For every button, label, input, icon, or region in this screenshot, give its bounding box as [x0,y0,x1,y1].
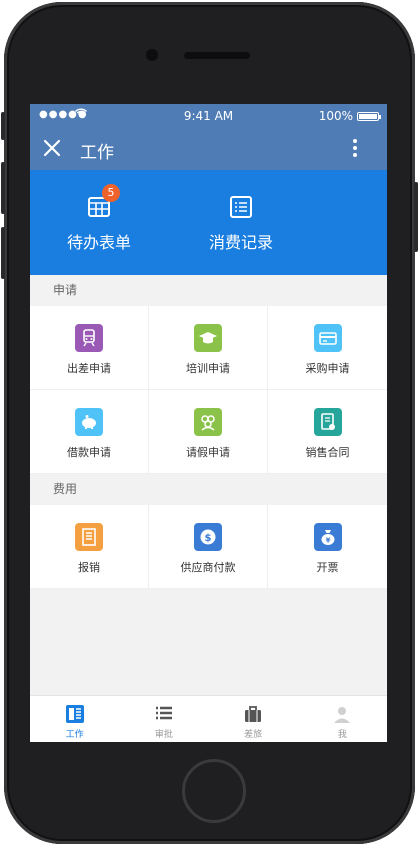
supplier-payment-item[interactable]: $ 供应商付款 [149,505,268,589]
user-icon [331,703,353,725]
list-icon [153,703,175,725]
people-icon [194,408,222,436]
pending-count-badge: 5 [102,184,120,202]
sales-contract-label: 销售合同 [305,446,350,459]
leave-application-label: 请假申请 [186,446,230,459]
card-icon [313,324,342,352]
leave-application-item[interactable]: 请假申请 [149,390,268,474]
sales-contract-item[interactable]: 销售合同 [268,390,387,474]
reimbursement-item[interactable]: 报销 [30,505,149,589]
bottom-tab-bar: 工作 审批 差旅 我 [30,695,387,742]
more-menu-button[interactable] [351,136,359,162]
close-icon [43,139,61,157]
page-title: 工作 [80,143,114,163]
section-title-expense: 费用 [30,474,387,505]
apply-grid: 出差申请 培训申请 采购申请 借款申请 请假申请 销售合同 [30,306,387,474]
graduation-cap-icon [194,324,222,352]
tab-travel[interactable]: 差旅 [209,696,298,742]
section-title-apply: 申请 [30,275,387,306]
tab-me[interactable]: 我 [298,696,387,742]
power-button [414,182,418,252]
hero-banner: 5 待办表单 消费记录 [30,170,387,275]
travel-application-item[interactable]: 出差申请 [30,306,149,390]
battery-percent: 100% [318,109,353,123]
volume-up-button [1,162,5,214]
volume-down-button [1,227,5,279]
tab-approval[interactable]: 审批 [119,696,208,742]
pending-forms-label: 待办表单 [66,233,131,252]
pending-forms-button[interactable]: 5 待办表单 [34,170,164,275]
purchase-application-label: 采购申请 [305,362,350,375]
loan-application-label: 借款申请 [67,446,111,459]
more-dot-icon [353,153,357,157]
svg-text:$: $ [205,533,212,544]
todo-form-icon: 5 [86,184,120,220]
receipt-icon [75,523,103,551]
piggy-bank-icon [75,408,103,436]
tab-me-label: 我 [337,730,347,740]
tab-approval-label: 审批 [154,730,173,740]
train-icon [75,324,103,352]
invoicing-label: 开票 [316,561,339,574]
invoicing-item[interactable]: ¥ 开票 [268,505,387,589]
svg-text:¥: ¥ [325,537,330,545]
more-dot-icon [353,139,357,143]
nav-bar: 工作 [30,128,387,170]
earpiece-speaker [184,52,250,59]
more-dot-icon [353,146,357,150]
travel-application-label: 出差申请 [67,362,111,375]
home-button[interactable] [182,759,246,823]
money-bag-icon: ¥ [313,523,342,551]
mute-switch [1,112,5,140]
tab-travel-label: 差旅 [244,730,263,740]
status-bar: ●●●●● 9:41 AM 100% [30,104,387,128]
close-button[interactable] [40,136,64,160]
work-tab-icon [64,703,86,725]
training-application-label: 培训申请 [186,362,230,375]
training-application-item[interactable]: 培训申请 [149,306,268,390]
battery-icon [357,112,381,121]
supplier-payment-label: 供应商付款 [180,561,236,574]
records-list-icon [228,194,254,220]
loan-application-item[interactable]: 借款申请 [30,390,149,474]
front-camera [146,49,158,61]
dollar-coin-icon: $ [194,523,222,551]
consumption-records-button[interactable]: 消费记录 [176,170,306,275]
app-screen: ●●●●● 9:41 AM 100% 工作 5 待办表单 消费记录 申请 出差申… [30,104,387,742]
tab-work-label: 工作 [65,730,84,740]
briefcase-icon [242,703,264,725]
consumption-records-label: 消费记录 [208,233,273,252]
expense-grid: 报销 $ 供应商付款 ¥ 开票 [30,505,387,589]
contract-icon [313,408,342,436]
reimbursement-label: 报销 [78,561,100,574]
tab-work[interactable]: 工作 [30,696,119,742]
purchase-application-item[interactable]: 采购申请 [268,306,387,390]
